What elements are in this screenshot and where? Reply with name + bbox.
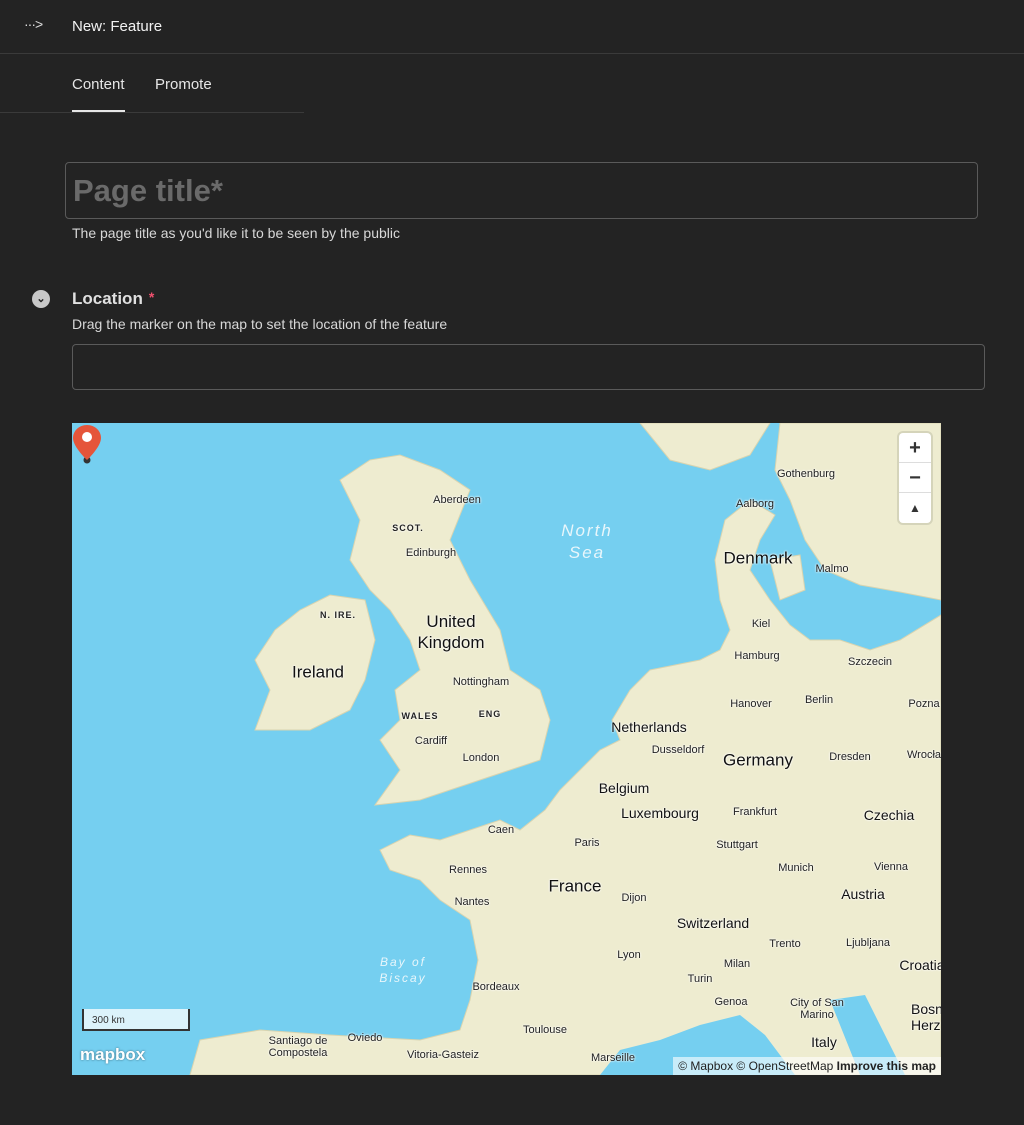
map-label: Bay of Biscay [379,955,427,985]
map-label: Aalborg [736,498,774,510]
map-scale: 300 km [82,1009,190,1031]
map-label: ENG [478,709,502,719]
map-label: Kiel [751,618,771,630]
land-norway [639,423,771,471]
map-label: Dusseldorf [651,744,705,756]
map-label: Switzerland [676,915,750,931]
map-label: Ljubljana [845,937,891,949]
map-label: Vienna [873,861,909,873]
map-label: Munich [778,862,814,874]
map-label: Cardiff [414,735,448,747]
map-label: Lyon [617,949,641,961]
map-label: Genoa [714,996,748,1008]
map-label: Toulouse [522,1024,568,1036]
land-continent [189,499,941,1075]
map-label: Berlin [804,694,834,706]
page-title-help: The page title as you'd like it to be se… [72,225,400,241]
map-label: Austria [841,886,885,902]
location-help: Drag the marker on the map to set the lo… [72,316,448,332]
map-label: France [548,876,602,896]
zoom-in-button[interactable]: + [899,433,931,463]
map-label: Belgium [598,780,650,796]
zoom-out-button[interactable]: − [899,463,931,493]
map-label: London [462,752,500,764]
map-label: Nantes [454,896,490,908]
location-input[interactable] [72,344,985,390]
map-label: Pozna [908,698,940,710]
map-label: Malmo [815,563,849,575]
map-zoom-controls: + − ▲ [899,433,931,523]
map-label: Ireland [292,662,344,682]
map-label: Nottingham [452,676,510,688]
page-heading: New: Feature [72,18,163,35]
map-label: Dresden [829,751,871,763]
tab-content[interactable]: Content [72,76,125,112]
map-label: Croatia [899,957,941,973]
top-bar: ···> New: Feature [0,0,1024,54]
map-label: North Sea [561,521,613,562]
map-label: Italy [811,1034,837,1050]
map-label: Aberdeen [433,494,481,506]
map-label: Gothenburg [776,468,836,480]
location-label: Location * [72,289,154,309]
map-label: Bordeaux [472,981,520,993]
attribution-text[interactable]: © Mapbox © OpenStreetMap [678,1059,833,1073]
map-label: Dijon [621,892,647,904]
location-marker-icon[interactable] [72,423,102,465]
map-label: City of San Marino [790,997,844,1021]
map-label: SCOT. [392,523,424,533]
map-label: Vitoria-Gasteiz [407,1049,479,1061]
map-label: Wrocła [906,749,941,761]
tab-promote[interactable]: Promote [155,76,212,110]
map-label: Germany [723,750,793,770]
map-label: Czechia [863,807,915,823]
map-label: Luxembourg [621,805,699,821]
map-label: Hanover [730,698,772,710]
map-label: Turin [687,973,713,985]
map-label: Frankfurt [732,806,778,818]
map-label: Paris [574,837,600,849]
map-label: Marseille [590,1052,636,1064]
mapbox-logo[interactable]: mapbox [80,1045,145,1065]
more-arrow-icon[interactable]: ···> [24,16,43,32]
page-title-input[interactable] [65,162,978,219]
map-label: Rennes [449,864,487,876]
chevron-down-icon[interactable]: ⌄ [32,290,50,308]
map-label: Denmark [723,548,793,568]
map-label: Oviedo [347,1032,383,1044]
tab-bar: Content Promote [0,54,304,113]
compass-icon[interactable]: ▲ [899,493,931,523]
map-label: Milan [723,958,751,970]
map-label: Hamburg [734,650,780,662]
map[interactable]: Aberdeen SCOT. Edinburgh N. IRE. United … [72,423,941,1075]
map-label: Edinburgh [405,547,457,559]
location-label-text: Location [72,289,143,308]
map-label: Stuttgart [716,839,758,851]
map-label: Bosn Herz [911,1001,941,1033]
map-label: Netherlands [611,719,687,735]
map-label: Trento [769,938,801,950]
map-base [189,423,941,1075]
map-label: Santiago de Compostela [268,1035,328,1059]
map-label: Szczecin [847,656,893,668]
map-label: WALES [401,711,439,721]
map-label: N. IRE. [319,610,357,620]
improve-map-link[interactable]: Improve this map [837,1059,936,1073]
required-mark: * [148,289,155,305]
map-label: United Kingdom [417,612,485,652]
map-label: Caen [487,824,515,836]
map-attribution: © Mapbox © OpenStreetMap Improve this ma… [673,1057,941,1075]
